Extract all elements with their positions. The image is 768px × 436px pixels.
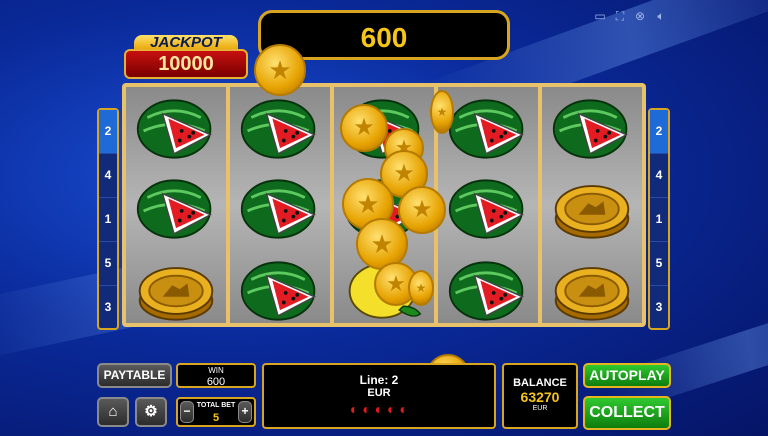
watermelon-icon [446,256,530,331]
paytable-button[interactable]: PAYTABLE [97,363,172,388]
win-label: WIN [208,366,224,375]
watermelon-icon [446,94,530,169]
home-button[interactable]: ⌂ [97,397,129,427]
line-indicator[interactable]: 1 [99,198,117,242]
balance-value: 63270 [520,389,560,405]
bet-decrease-button[interactable]: − [180,401,194,423]
line-indicator[interactable]: 4 [99,154,117,198]
line-text: Line: 2 [359,373,399,387]
jackpot-value: 10000 [124,49,248,79]
line-indicator[interactable]: 5 [650,242,668,286]
coin-icon [430,90,454,134]
watermelon-icon [238,256,322,331]
line-indicator[interactable]: 3 [99,286,117,329]
line-symbols: ◐ ◐ ◐ ◐ ◐ [264,401,494,417]
line-indicator[interactable]: 5 [99,242,117,286]
settings-button[interactable]: ⚙ [135,397,167,427]
watermelon-icon: ◐ [350,401,359,417]
total-bet-panel: − TOTAL BET 5 + [176,397,256,427]
collect-button[interactable]: COLLECT [583,396,671,430]
gear-icon: ⚙ [144,403,158,420]
watermelon-icon: ◐ [387,401,396,417]
line-indicator[interactable]: 2 [99,110,117,154]
coin-icon [408,270,434,306]
jackpot-panel: JACKPOT 10000 [124,35,248,79]
line-info-panel: Line: 2 EUR ◐ ◐ ◐ ◐ ◐ [262,363,496,429]
line-currency: EUR [367,387,391,399]
watermelon-icon [238,94,322,169]
line-indicator[interactable]: 1 [650,198,668,242]
watermelon-icon: ◐ [362,401,371,417]
autoplay-button[interactable]: AUTOPLAY [583,363,671,388]
bet-increase-button[interactable]: + [238,401,252,423]
coin-icon [550,174,634,249]
coin-icon [550,256,634,331]
watermelon-icon [550,94,634,169]
line-indicator[interactable]: 4 [650,154,668,198]
watermelon-icon: ◐ [399,401,408,417]
watermelon-icon [446,174,530,249]
balance-currency: EUR [532,405,548,412]
total-bet-value: 5 [212,412,220,424]
win-value: 600 [206,376,226,388]
balance-panel: BALANCE 63270 EUR [502,363,578,429]
watermelon-icon: ◐ [374,401,384,417]
watermelon-icon [134,94,218,169]
balance-label: BALANCE [513,377,567,389]
turbo-icon[interactable]: ⊗ [633,9,647,23]
total-bet-label: TOTAL BET [196,402,236,409]
fullscreen-icon[interactable]: ⛶ [613,9,627,23]
line-indicator[interactable]: 3 [650,286,668,329]
screen-icon[interactable]: ▭ [593,9,607,23]
coin-icon [254,44,306,96]
line-indicator[interactable]: 2 [650,110,668,154]
coin-icon [134,256,218,331]
right-line-indicators: 2 4 1 5 3 [648,108,670,330]
win-panel: WIN 600 [176,363,256,388]
sound-icon[interactable]: 🔈︎ [654,9,668,23]
left-line-indicators: 2 4 1 5 3 [97,108,119,330]
watermelon-icon [134,174,218,249]
coin-icon [340,104,388,152]
watermelon-icon [238,174,322,249]
home-icon: ⌂ [108,403,118,420]
